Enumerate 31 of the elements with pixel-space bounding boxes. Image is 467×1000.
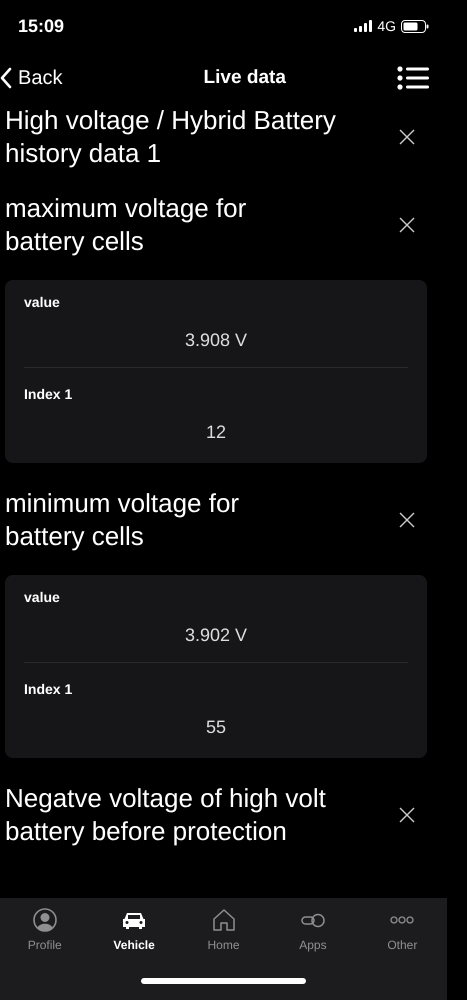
field-label: Index 1 <box>24 681 74 697</box>
field-value: 3.902 V <box>184 624 248 647</box>
chevron-icon <box>0 67 12 89</box>
signal-icon <box>354 20 372 32</box>
status-time: 15:09 <box>18 16 64 36</box>
back-button[interactable]: Back <box>0 66 62 90</box>
field-value: 55 <box>204 716 228 739</box>
close-icon[interactable] <box>399 217 415 233</box>
field-label: Index 1 <box>24 386 74 402</box>
field-label: value <box>24 294 61 310</box>
field-value: 3.908 V <box>184 329 248 352</box>
page-title: Live data <box>204 67 286 89</box>
network-label: 4G <box>377 18 396 34</box>
home-icon <box>212 908 236 932</box>
profile-icon <box>32 908 57 932</box>
close-icon[interactable] <box>399 807 415 823</box>
close-icon[interactable] <box>399 512 415 528</box>
tab-button[interactable]: Apps <box>268 898 358 952</box>
parameter-title: Negatve voltage of high volt battery before protection <box>5 782 327 848</box>
tab-button[interactable]: Home <box>178 898 268 952</box>
field-label: value <box>24 589 61 605</box>
tab-button[interactable]: Vehicle <box>89 898 179 952</box>
tab-button[interactable]: Other <box>358 898 448 952</box>
parameter-title: minimum voltage for battery cells <box>5 487 240 553</box>
field-value: 12 <box>204 421 228 444</box>
list-menu-icon[interactable] <box>397 66 429 90</box>
parameter-title: maximum voltage for battery cells <box>5 192 248 258</box>
tab-button[interactable]: Profile <box>0 898 90 952</box>
parameter-title: High voltage / Hybrid Battery history data 1 <box>5 104 337 170</box>
battery-icon <box>401 20 429 32</box>
close-icon[interactable] <box>399 129 415 145</box>
